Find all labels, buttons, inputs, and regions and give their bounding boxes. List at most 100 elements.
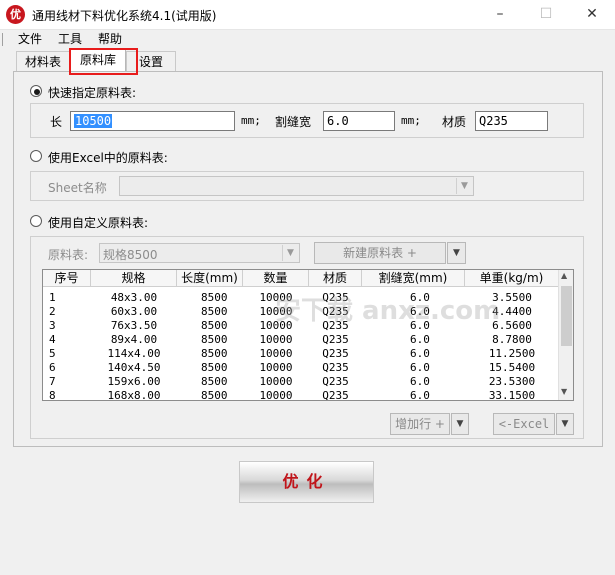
table-cell[interactable]: 4 (49, 333, 89, 347)
table-cell[interactable]: Q235 (309, 333, 362, 347)
table-cell[interactable]: 6.0 (410, 319, 465, 333)
menu-help[interactable]: 帮助 (98, 30, 122, 48)
table-cell[interactable]: 76x3.50 (91, 319, 177, 333)
table-cell[interactable]: 159x6.00 (91, 375, 177, 389)
table-cell[interactable]: 6.0 (410, 291, 465, 305)
table-cell[interactable]: 10000 (243, 361, 309, 375)
table-cell[interactable]: 10000 (243, 389, 309, 400)
table-cell[interactable]: 140x4.50 (91, 361, 177, 375)
table-cell[interactable]: Q235 (309, 291, 362, 305)
column-header[interactable]: 长度(mm) (177, 270, 243, 287)
table-cell[interactable]: 8500 (201, 375, 243, 389)
sheet-name-select[interactable]: ▼ (119, 176, 474, 196)
table-cell[interactable]: 8500 (201, 361, 243, 375)
table-cell[interactable]: 8500 (201, 319, 243, 333)
table-cell[interactable]: 8500 (201, 333, 243, 347)
table-cell[interactable]: 5 (49, 347, 89, 361)
add-row-button[interactable]: 增加行 + (390, 413, 450, 435)
table-row[interactable]: 3 76x3.50 8500 10000 Q235 6.0 6.5600 (43, 319, 559, 333)
table-cell[interactable]: 8500 (201, 347, 243, 361)
maximize-button[interactable]: ☐ (523, 0, 569, 30)
chevron-up-icon[interactable]: ▲ (561, 271, 567, 280)
chevron-down-icon[interactable]: ▼ (561, 387, 567, 396)
column-header[interactable]: 材质 (309, 270, 362, 287)
column-header[interactable]: 割缝宽(mm) (362, 270, 465, 287)
table-cell[interactable]: 8.7800 (465, 333, 559, 347)
minimize-button[interactable]: – (477, 0, 523, 30)
table-row[interactable]: 4 89x4.00 8500 10000 Q235 6.0 8.7800 (43, 333, 559, 347)
column-header[interactable]: 单重(kg/m) (465, 270, 559, 287)
table-cell[interactable]: 2 (49, 305, 89, 319)
table-cell[interactable]: 48x3.00 (91, 291, 177, 305)
excel-radio[interactable] (30, 150, 42, 162)
kerf-label: 割缝宽 (275, 115, 312, 129)
table-cell[interactable]: 10000 (243, 347, 309, 361)
table-cell[interactable]: 11.2500 (465, 347, 559, 361)
menu-file[interactable]: 文件 (18, 30, 42, 48)
column-header[interactable]: 序号 (43, 270, 91, 287)
optimize-button[interactable]: 优化 (239, 461, 374, 503)
table-cell[interactable]: Q235 (309, 305, 362, 319)
table-cell[interactable]: 114x4.00 (91, 347, 177, 361)
table-cell[interactable]: 10000 (243, 305, 309, 319)
table-cell[interactable]: 1 (49, 291, 89, 305)
table-cell[interactable]: 6.0 (410, 347, 465, 361)
table-cell[interactable]: 10000 (243, 375, 309, 389)
table-cell[interactable]: 168x8.00 (91, 389, 177, 400)
table-cell[interactable]: 6.0 (410, 333, 465, 347)
table-cell[interactable]: 23.5300 (465, 375, 559, 389)
tab-materials[interactable]: 材料表 (16, 51, 70, 72)
custom-radio[interactable] (30, 215, 42, 227)
new-raw-list-dropdown[interactable]: ▼ (447, 242, 466, 264)
table-scrollbar[interactable]: ▲ ▼ (558, 270, 573, 400)
table-cell[interactable]: 89x4.00 (91, 333, 177, 347)
table-cell[interactable]: 6.0 (410, 305, 465, 319)
column-header[interactable]: 数量 (243, 270, 309, 287)
table-cell[interactable]: Q235 (309, 389, 362, 400)
table-cell[interactable]: 7 (49, 375, 89, 389)
table-row[interactable]: 8 168x8.00 8500 10000 Q235 6.0 33.1500 (43, 389, 559, 400)
table-cell[interactable]: 8 (49, 389, 89, 400)
table-cell[interactable]: 6.0 (410, 375, 465, 389)
close-button[interactable]: ✕ (569, 0, 615, 30)
raw-list-select[interactable]: 规格8500 ▼ (99, 243, 300, 263)
table-cell[interactable]: 10000 (243, 319, 309, 333)
table-cell[interactable]: 8500 (201, 291, 243, 305)
table-row[interactable]: 5 114x4.00 8500 10000 Q235 6.0 11.2500 (43, 347, 559, 361)
table-row[interactable]: 1 48x3.00 8500 10000 Q235 6.0 3.5500 (43, 291, 559, 305)
table-row[interactable]: 2 60x3.00 8500 10000 Q235 6.0 4.4400 (43, 305, 559, 319)
import-excel-button[interactable]: <-Excel (493, 413, 555, 435)
import-excel-dropdown[interactable]: ▼ (556, 413, 574, 435)
table-cell[interactable]: 60x3.00 (91, 305, 177, 319)
table-cell[interactable]: Q235 (309, 361, 362, 375)
table-cell[interactable]: 4.4400 (465, 305, 559, 319)
table-row[interactable]: 6 140x4.50 8500 10000 Q235 6.0 15.5400 (43, 361, 559, 375)
table-cell[interactable]: 15.5400 (465, 361, 559, 375)
table-cell[interactable]: 8500 (201, 305, 243, 319)
table-cell[interactable]: 6 (49, 361, 89, 375)
column-header[interactable]: 规格 (91, 270, 177, 287)
table-cell[interactable]: 10000 (243, 291, 309, 305)
table-cell[interactable]: 10000 (243, 333, 309, 347)
table-cell[interactable]: 3 (49, 319, 89, 333)
table-cell[interactable]: Q235 (309, 319, 362, 333)
table-cell[interactable]: 6.5600 (465, 319, 559, 333)
table-cell[interactable]: Q235 (309, 375, 362, 389)
menu-tools[interactable]: 工具 (58, 30, 82, 48)
add-row-dropdown[interactable]: ▼ (451, 413, 469, 435)
table-cell[interactable]: 3.5500 (465, 291, 559, 305)
table-cell[interactable]: Q235 (309, 347, 362, 361)
new-raw-list-button[interactable]: 新建原料表 + (314, 242, 446, 264)
raw-material-table[interactable]: 序号 规格 长度(mm) 数量 材质 割缝宽(mm) 单重(kg/m) 1 48x… (42, 269, 574, 401)
length-input[interactable]: 10500 (70, 111, 235, 131)
table-cell[interactable]: 33.1500 (465, 389, 559, 400)
table-cell[interactable]: 6.0 (410, 389, 465, 400)
table-cell[interactable]: 6.0 (410, 361, 465, 375)
kerf-input[interactable]: 6.0 (323, 111, 395, 131)
table-cell[interactable]: 8500 (201, 389, 243, 400)
quick-radio[interactable] (30, 85, 42, 97)
raw-list-value: 规格8500 (103, 248, 158, 262)
material-input[interactable]: Q235 (475, 111, 548, 131)
scrollbar-thumb[interactable] (561, 286, 572, 346)
table-row[interactable]: 7 159x6.00 8500 10000 Q235 6.0 23.5300 (43, 375, 559, 389)
